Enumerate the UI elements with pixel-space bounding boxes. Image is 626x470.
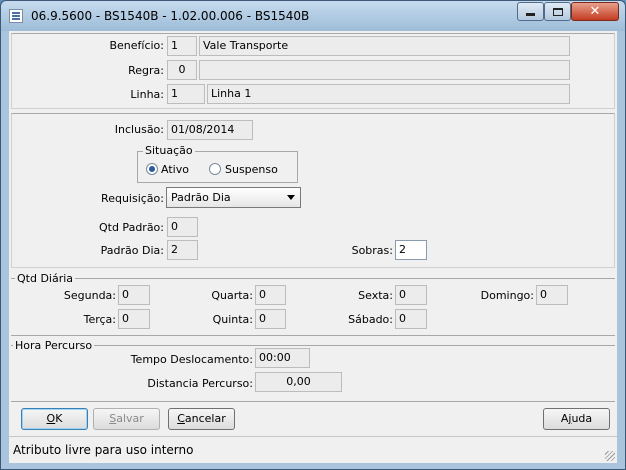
qtd-diaria-title: Qtd Diária bbox=[15, 272, 76, 285]
segunda-field[interactable]: 0 bbox=[118, 285, 150, 305]
quinta-field[interactable]: 0 bbox=[255, 309, 286, 329]
ativo-label[interactable]: Ativo bbox=[161, 163, 189, 176]
sobras-label: Sobras: bbox=[351, 244, 393, 257]
domingo-field[interactable]: 0 bbox=[536, 285, 568, 305]
padrao-dia-label: Padrão Dia: bbox=[100, 244, 164, 257]
suspenso-radio[interactable] bbox=[209, 163, 221, 175]
regra-desc-field[interactable] bbox=[199, 60, 570, 80]
ativo-radio[interactable] bbox=[146, 163, 158, 175]
distancia-percurso-field[interactable]: 0,00 bbox=[255, 372, 342, 392]
inclusao-label: Inclusão: bbox=[114, 123, 164, 136]
cancelar-label: ancelar bbox=[184, 412, 226, 425]
salvar-label: alvar bbox=[116, 412, 144, 425]
salvar-button[interactable]: Salvar bbox=[93, 408, 160, 430]
beneficio-desc-field[interactable]: Vale Transporte bbox=[199, 36, 570, 56]
qtd-padrao-field[interactable]: 0 bbox=[167, 217, 198, 237]
regra-code-field[interactable]: 0 bbox=[167, 60, 197, 80]
sabado-label: Sábado: bbox=[348, 313, 393, 326]
close-button[interactable]: ✕ bbox=[571, 2, 619, 21]
beneficio-label: Benefício: bbox=[109, 39, 164, 52]
tempo-deslocamento-label: Tempo Deslocamento: bbox=[130, 353, 253, 366]
chevron-down-icon bbox=[287, 195, 295, 200]
minimize-button[interactable] bbox=[517, 2, 544, 21]
requisicao-select[interactable]: Padrão Dia bbox=[166, 187, 301, 208]
close-icon: ✕ bbox=[589, 4, 601, 19]
terca-label: Terça: bbox=[83, 313, 116, 326]
beneficio-code-field[interactable]: 1 bbox=[167, 36, 197, 56]
linha-label: Linha: bbox=[130, 88, 164, 101]
ajuda-button[interactable]: Ajuda bbox=[543, 408, 610, 430]
sobras-field[interactable]: 2 bbox=[395, 240, 427, 260]
quinta-label: Quinta: bbox=[212, 313, 253, 326]
sexta-label: Sexta: bbox=[358, 289, 393, 302]
ajuda-label: uda bbox=[571, 412, 593, 425]
hora-percurso-title: Hora Percurso bbox=[13, 339, 95, 352]
maximize-button[interactable] bbox=[544, 2, 571, 21]
sabado-field[interactable]: 0 bbox=[395, 309, 427, 329]
hora-percurso-divider bbox=[11, 345, 615, 346]
window-title: 06.9.5600 - BS1540B - 1.02.00.006 - BS15… bbox=[31, 9, 310, 23]
app-icon[interactable] bbox=[9, 9, 23, 23]
tempo-deslocamento-field[interactable]: 00:00 bbox=[255, 348, 310, 368]
qtd-diaria-bottom-divider bbox=[11, 335, 615, 336]
title-bar[interactable]: 06.9.5600 - BS1540B - 1.02.00.006 - BS15… bbox=[1, 1, 625, 31]
domingo-label: Domingo: bbox=[480, 289, 534, 302]
suspenso-label[interactable]: Suspenso bbox=[225, 163, 278, 176]
quarta-field[interactable]: 0 bbox=[255, 285, 286, 305]
buttons-divider bbox=[11, 401, 615, 402]
dialog-window: 06.9.5600 - BS1540B - 1.02.00.006 - BS15… bbox=[0, 0, 626, 470]
terca-field[interactable]: 0 bbox=[118, 309, 150, 329]
sexta-field[interactable]: 0 bbox=[395, 285, 427, 305]
inclusao-field[interactable]: 01/08/2014 bbox=[167, 120, 253, 140]
cancelar-button[interactable]: Cancelar bbox=[168, 408, 235, 430]
linha-code-field[interactable]: 1 bbox=[167, 84, 205, 104]
requisicao-selected-value: Padrão Dia bbox=[171, 191, 231, 204]
cancelar-mnemonic: C bbox=[177, 412, 185, 425]
qtd-padrao-label: Qtd Padrão: bbox=[98, 221, 164, 234]
minimize-icon bbox=[526, 13, 535, 16]
ok-label: K bbox=[55, 412, 63, 425]
padrao-dia-field[interactable]: 2 bbox=[167, 240, 198, 260]
resize-grip-icon[interactable] bbox=[605, 451, 615, 461]
segunda-label: Segunda: bbox=[63, 289, 116, 302]
ok-mnemonic: O bbox=[46, 412, 56, 425]
quarta-label: Quarta: bbox=[211, 289, 253, 302]
linha-desc-field[interactable]: Linha 1 bbox=[207, 84, 570, 104]
regra-label: Regra: bbox=[128, 64, 164, 77]
situacao-title: Situação bbox=[143, 144, 195, 157]
status-text: Atributo livre para uso interno bbox=[13, 443, 194, 457]
distancia-percurso-label: Distancia Percurso: bbox=[147, 377, 253, 390]
maximize-icon bbox=[552, 7, 563, 16]
ok-button[interactable]: OK bbox=[21, 408, 88, 430]
qtd-diaria-divider bbox=[11, 278, 615, 279]
client-area: Benefício: 1 Vale Transporte Regra: 0 Li… bbox=[9, 31, 617, 463]
requisicao-label: Requisição: bbox=[101, 192, 164, 205]
status-bar: Atributo livre para uso interno bbox=[9, 436, 617, 463]
